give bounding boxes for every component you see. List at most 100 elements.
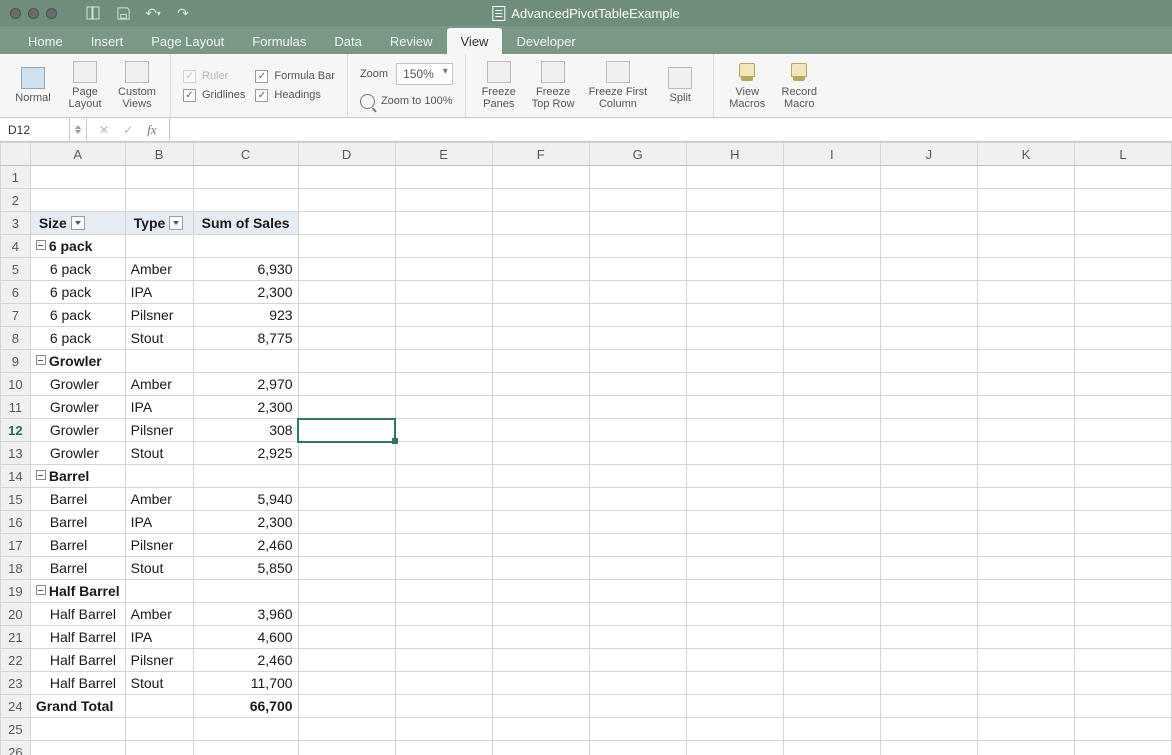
cell-E10[interactable] [395, 373, 492, 396]
cell-J6[interactable] [880, 281, 977, 304]
cell-A3[interactable]: Size [30, 212, 125, 235]
cell-E26[interactable] [395, 741, 492, 755]
cell-L20[interactable] [1074, 603, 1171, 626]
cell-I4[interactable] [783, 235, 880, 258]
cell-C19[interactable] [193, 580, 298, 603]
tab-home[interactable]: Home [14, 28, 77, 54]
undo-icon[interactable]: ↶ ▾ [145, 5, 161, 21]
cell-E19[interactable] [395, 580, 492, 603]
cell-H1[interactable] [686, 166, 783, 189]
row-header-15[interactable]: 15 [1, 488, 31, 511]
cell-D18[interactable] [298, 557, 395, 580]
cell-G10[interactable] [589, 373, 686, 396]
cell-J4[interactable] [880, 235, 977, 258]
cell-A10[interactable]: Growler [30, 373, 125, 396]
cell-A13[interactable]: Growler [30, 442, 125, 465]
cell-J12[interactable] [880, 419, 977, 442]
cell-B26[interactable] [125, 741, 193, 755]
cell-B2[interactable] [125, 189, 193, 212]
cell-A5[interactable]: 6 pack [30, 258, 125, 281]
cell-K17[interactable] [977, 534, 1074, 557]
cell-F19[interactable] [492, 580, 589, 603]
cell-D11[interactable] [298, 396, 395, 419]
headings-checkbox[interactable]: ✓Headings [255, 89, 335, 102]
cell-B22[interactable]: Pilsner [125, 649, 193, 672]
cell-E15[interactable] [395, 488, 492, 511]
cell-C5[interactable]: 6,930 [193, 258, 298, 281]
cell-K18[interactable] [977, 557, 1074, 580]
cell-H24[interactable] [686, 695, 783, 718]
normal-view-button[interactable]: Normal [12, 56, 54, 116]
cell-A24[interactable]: Grand Total [30, 695, 125, 718]
cell-D17[interactable] [298, 534, 395, 557]
cell-K12[interactable] [977, 419, 1074, 442]
cell-K20[interactable] [977, 603, 1074, 626]
cell-C11[interactable]: 2,300 [193, 396, 298, 419]
cell-D1[interactable] [298, 166, 395, 189]
cell-K21[interactable] [977, 626, 1074, 649]
cell-A18[interactable]: Barrel [30, 557, 125, 580]
row-header-21[interactable]: 21 [1, 626, 31, 649]
cell-B25[interactable] [125, 718, 193, 741]
cell-H15[interactable] [686, 488, 783, 511]
tab-page-layout[interactable]: Page Layout [137, 28, 238, 54]
cell-H11[interactable] [686, 396, 783, 419]
cell-C21[interactable]: 4,600 [193, 626, 298, 649]
cell-E20[interactable] [395, 603, 492, 626]
cell-C6[interactable]: 2,300 [193, 281, 298, 304]
cell-G12[interactable] [589, 419, 686, 442]
traffic-max-icon[interactable] [46, 8, 57, 19]
cell-J26[interactable] [880, 741, 977, 755]
cell-L8[interactable] [1074, 327, 1171, 350]
cell-H13[interactable] [686, 442, 783, 465]
row-header-1[interactable]: 1 [1, 166, 31, 189]
cell-E23[interactable] [395, 672, 492, 695]
cell-I1[interactable] [783, 166, 880, 189]
cell-L21[interactable] [1074, 626, 1171, 649]
cell-J16[interactable] [880, 511, 977, 534]
cell-I6[interactable] [783, 281, 880, 304]
cell-F5[interactable] [492, 258, 589, 281]
cell-K10[interactable] [977, 373, 1074, 396]
cell-E14[interactable] [395, 465, 492, 488]
cell-D15[interactable] [298, 488, 395, 511]
cell-B18[interactable]: Stout [125, 557, 193, 580]
cell-J10[interactable] [880, 373, 977, 396]
cell-H14[interactable] [686, 465, 783, 488]
cell-I19[interactable] [783, 580, 880, 603]
cell-K3[interactable] [977, 212, 1074, 235]
cell-L3[interactable] [1074, 212, 1171, 235]
cell-E2[interactable] [395, 189, 492, 212]
cell-G19[interactable] [589, 580, 686, 603]
cell-K15[interactable] [977, 488, 1074, 511]
traffic-close-icon[interactable] [10, 8, 21, 19]
cell-K5[interactable] [977, 258, 1074, 281]
cell-A6[interactable]: 6 pack [30, 281, 125, 304]
cell-J14[interactable] [880, 465, 977, 488]
cell-L24[interactable] [1074, 695, 1171, 718]
cell-J9[interactable] [880, 350, 977, 373]
cell-J19[interactable] [880, 580, 977, 603]
cell-L2[interactable] [1074, 189, 1171, 212]
tab-developer[interactable]: Developer [502, 28, 589, 54]
cell-A2[interactable] [30, 189, 125, 212]
cell-F14[interactable] [492, 465, 589, 488]
fill-handle[interactable] [392, 438, 398, 444]
cell-J25[interactable] [880, 718, 977, 741]
cell-D22[interactable] [298, 649, 395, 672]
collapse-icon[interactable] [36, 470, 46, 480]
cell-F21[interactable] [492, 626, 589, 649]
cell-D5[interactable] [298, 258, 395, 281]
cell-E17[interactable] [395, 534, 492, 557]
tab-view[interactable]: View [447, 28, 503, 54]
cell-F11[interactable] [492, 396, 589, 419]
cell-A19[interactable]: Half Barrel [30, 580, 125, 603]
cell-L25[interactable] [1074, 718, 1171, 741]
cell-I21[interactable] [783, 626, 880, 649]
cell-D4[interactable] [298, 235, 395, 258]
cell-D2[interactable] [298, 189, 395, 212]
cell-G3[interactable] [589, 212, 686, 235]
row-header-5[interactable]: 5 [1, 258, 31, 281]
cell-I5[interactable] [783, 258, 880, 281]
cell-K19[interactable] [977, 580, 1074, 603]
